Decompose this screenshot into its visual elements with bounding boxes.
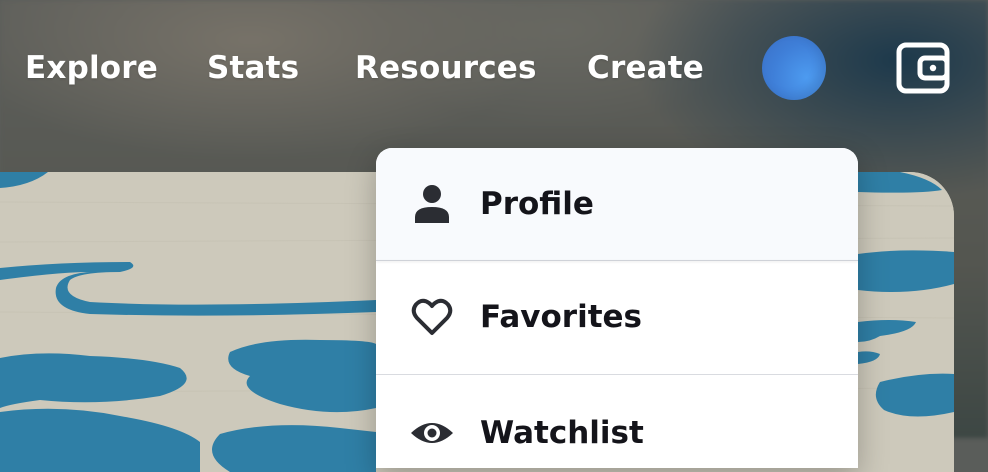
menu-item-label: Profile (480, 186, 594, 222)
nav-item-explore[interactable]: Explore (25, 46, 158, 90)
heart-icon (410, 295, 454, 339)
menu-item-label: Watchlist (480, 415, 644, 451)
menu-item-profile[interactable]: Profile (376, 148, 858, 260)
menu-item-watchlist[interactable]: Watchlist (376, 375, 858, 468)
user-dropdown-menu: Profile Favorites Watchlist (376, 148, 858, 468)
person-icon (410, 182, 454, 226)
menu-item-label: Favorites (480, 299, 642, 335)
top-navigation: Explore Stats Resources Create (0, 0, 988, 136)
nav-item-create[interactable]: Create (587, 46, 704, 90)
avatar[interactable] (762, 36, 826, 100)
nav-item-resources[interactable]: Resources (355, 46, 537, 90)
eye-icon (410, 411, 454, 455)
wallet-icon[interactable] (896, 42, 950, 94)
nav-item-stats[interactable]: Stats (207, 46, 299, 90)
menu-item-favorites[interactable]: Favorites (376, 261, 858, 373)
